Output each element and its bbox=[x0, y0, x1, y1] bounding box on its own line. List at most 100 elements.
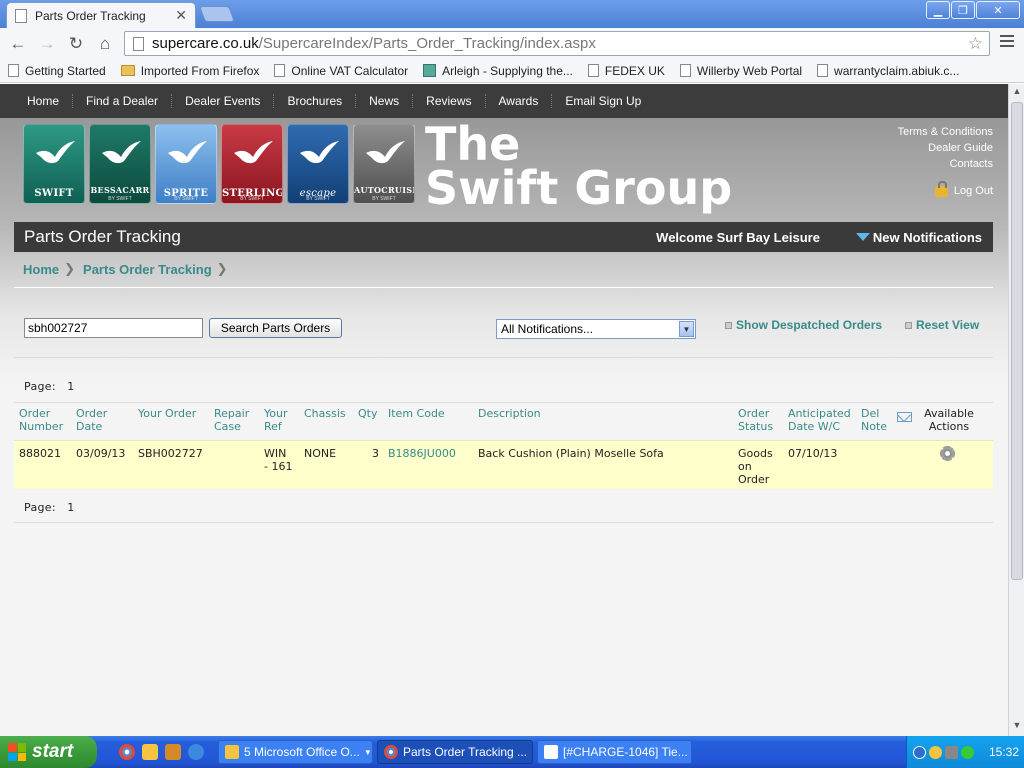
nav-news[interactable]: News bbox=[356, 94, 414, 108]
menu-icon[interactable] bbox=[1000, 35, 1014, 50]
bookmark-star-icon[interactable]: ☆ bbox=[968, 34, 983, 54]
start-button[interactable]: start bbox=[0, 736, 97, 768]
contacts-link[interactable]: Contacts bbox=[898, 156, 993, 172]
vertical-scrollbar[interactable]: ▲ ▼ bbox=[1008, 84, 1024, 736]
address-bar[interactable]: supercare.co.uk/SupercareIndex/Parts_Ord… bbox=[124, 31, 990, 56]
header-repair-case[interactable]: Repair Case bbox=[214, 407, 249, 433]
header-order-date[interactable]: Order Date bbox=[76, 407, 107, 433]
cell-item-code-link[interactable]: B1886JU000 bbox=[388, 447, 456, 460]
system-tray: 15:32 bbox=[906, 736, 1024, 768]
brand-logo-sterling[interactable]: STERLING BY SWIFT bbox=[221, 124, 283, 204]
logout-link[interactable]: Log Out bbox=[934, 180, 993, 197]
show-despatched-link[interactable]: Show Despatched Orders bbox=[725, 318, 882, 332]
breadcrumb-current[interactable]: Parts Order Tracking bbox=[83, 262, 212, 277]
home-icon[interactable]: ⌂ bbox=[93, 32, 117, 56]
bookmark-label: Imported From Firefox bbox=[140, 63, 260, 78]
taskbar-item-office[interactable]: 5 Microsoft Office O... ▼ bbox=[218, 740, 373, 764]
tray-outlook-icon[interactable] bbox=[929, 745, 942, 759]
nav-find-dealer[interactable]: Find a Dealer bbox=[73, 94, 173, 108]
logout-label: Log Out bbox=[953, 185, 993, 197]
outlook-icon[interactable] bbox=[142, 744, 158, 760]
bookmark-label: FEDEX UK bbox=[604, 63, 665, 78]
dealer-guide-link[interactable]: Dealer Guide bbox=[898, 140, 993, 156]
scroll-down-icon[interactable]: ▼ bbox=[1011, 720, 1023, 734]
gear-icon[interactable] bbox=[940, 446, 955, 461]
breadcrumb-home[interactable]: Home bbox=[23, 262, 59, 277]
brand-logo-bessacarr[interactable]: BESSACARR BY SWIFT bbox=[89, 124, 151, 204]
chevron-right-icon: ❯ bbox=[64, 261, 76, 276]
search-parts-orders-button[interactable]: Search Parts Orders bbox=[209, 318, 342, 338]
cell-order-date: 03/09/13 bbox=[76, 447, 126, 460]
header-description[interactable]: Description bbox=[478, 407, 541, 420]
reset-view-link[interactable]: Reset View bbox=[905, 318, 979, 332]
notifications-filter-select[interactable]: All Notifications... ▼ bbox=[496, 319, 696, 339]
nav-brochures[interactable]: Brochures bbox=[274, 94, 357, 108]
network-icon[interactable] bbox=[945, 745, 958, 759]
nav-awards[interactable]: Awards bbox=[486, 94, 553, 108]
bookmark-item[interactable]: Getting Started bbox=[8, 64, 106, 78]
brand-logo-escape[interactable]: escape BY SWIFT bbox=[287, 124, 349, 204]
bookmark-item[interactable]: FEDEX UK bbox=[587, 63, 665, 78]
page-icon bbox=[133, 36, 144, 51]
reload-icon[interactable]: ↻ bbox=[64, 32, 88, 56]
tray-expand-icon[interactable] bbox=[913, 745, 926, 759]
divider bbox=[14, 357, 993, 358]
header-chassis[interactable]: Chassis bbox=[304, 407, 346, 420]
header-your-ref[interactable]: Your Ref bbox=[264, 407, 287, 433]
scroll-thumb[interactable] bbox=[1011, 102, 1023, 580]
header-order-status[interactable]: Order Status bbox=[738, 407, 773, 433]
bookmark-item[interactable]: warrantyclaim.abiuk.c... bbox=[817, 64, 959, 78]
app-icon[interactable] bbox=[165, 744, 181, 760]
table-row[interactable]: 888021 03/09/13 SBH002727 WIN - 161 NONE … bbox=[14, 440, 993, 489]
page-title: Parts Order Tracking bbox=[24, 227, 181, 246]
browser-tab[interactable]: Parts Order Tracking ✕ bbox=[6, 2, 196, 28]
welcome-text: Welcome Surf Bay Leisure bbox=[656, 229, 820, 245]
nav-reviews[interactable]: Reviews bbox=[413, 94, 486, 108]
header-qty[interactable]: Qty bbox=[358, 407, 377, 420]
page-number[interactable]: 1 bbox=[67, 380, 74, 393]
nav-home[interactable]: Home bbox=[14, 94, 74, 108]
back-icon[interactable]: ← bbox=[6, 32, 30, 56]
close-icon[interactable]: ✕ bbox=[175, 7, 187, 24]
mail-icon bbox=[897, 412, 912, 422]
swift-bird-icon bbox=[36, 141, 75, 164]
header-anticipated-date[interactable]: Anticipated Date W/C bbox=[788, 407, 851, 433]
brand-sub: BY SWIFT bbox=[372, 196, 396, 202]
folder-icon bbox=[120, 65, 135, 76]
new-tab-button[interactable] bbox=[199, 6, 235, 22]
notifications-button[interactable]: New Notifications bbox=[855, 230, 982, 245]
brand-logo-autocruise[interactable]: AUTOCRUISE BY SWIFT bbox=[353, 124, 415, 204]
search-input[interactable] bbox=[24, 318, 203, 338]
taskbar-item-parts-order[interactable]: Parts Order Tracking ... bbox=[377, 740, 533, 764]
brand-logo-swift[interactable]: SWIFT bbox=[23, 124, 85, 204]
ie-icon[interactable] bbox=[188, 744, 204, 760]
minimize-button[interactable]: ▁ bbox=[926, 1, 950, 19]
page-icon bbox=[817, 64, 829, 77]
maximize-button[interactable]: ❐ bbox=[951, 1, 975, 19]
brand-logo-sprite[interactable]: SPRITE BY SWIFT bbox=[155, 124, 217, 204]
header-del-note[interactable]: Del Note bbox=[861, 407, 887, 433]
chevron-down-icon[interactable]: ▼ bbox=[679, 321, 694, 337]
site-nav: Home Find a Dealer Dealer Events Brochur… bbox=[0, 84, 1008, 118]
bookmark-folder[interactable]: Imported From Firefox bbox=[120, 63, 260, 78]
page-icon bbox=[15, 8, 27, 23]
bookmark-item[interactable]: Arleigh - Supplying the... bbox=[423, 64, 573, 78]
brand-logos: SWIFT BESSACARR BY SWIFT SPRITE BY SWIFT… bbox=[23, 124, 415, 204]
close-window-button[interactable]: ✕ bbox=[976, 1, 1020, 19]
taskbar-item-charge[interactable]: [#CHARGE-1046] Tie... bbox=[537, 740, 692, 764]
page-number[interactable]: 1 bbox=[67, 501, 74, 514]
nav-dealer-events[interactable]: Dealer Events bbox=[172, 94, 275, 108]
bookmark-item[interactable]: Willerby Web Portal bbox=[679, 64, 802, 78]
header-order-number[interactable]: Order Number bbox=[19, 407, 63, 433]
header-item-code[interactable]: Item Code bbox=[388, 407, 445, 420]
scroll-up-icon[interactable]: ▲ bbox=[1011, 86, 1023, 100]
forward-icon[interactable]: → bbox=[35, 32, 59, 56]
chrome-icon[interactable] bbox=[119, 744, 135, 760]
swift-bird-icon bbox=[234, 141, 273, 164]
status-icon[interactable] bbox=[961, 745, 974, 759]
bookmark-item[interactable]: Online VAT Calculator bbox=[274, 64, 408, 78]
terms-link[interactable]: Terms & Conditions bbox=[898, 124, 993, 140]
nav-email-signup[interactable]: Email Sign Up bbox=[552, 94, 654, 108]
header-your-order[interactable]: Your Order bbox=[138, 407, 196, 420]
url-host: supercare.co.uk bbox=[152, 35, 259, 52]
